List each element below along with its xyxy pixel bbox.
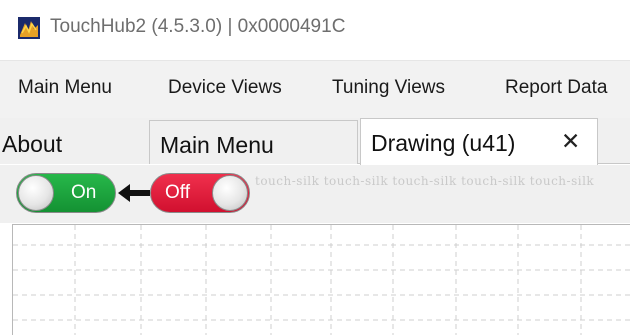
toggle-knob (18, 175, 54, 211)
watermark-line: touch-silk touch-silk touch-silk touch-s… (255, 174, 595, 188)
tab-about[interactable]: About (0, 120, 150, 164)
menu-report-data[interactable]: Report Data (505, 77, 607, 99)
drawing-canvas[interactable] (12, 224, 630, 335)
tab-about-label: About (2, 131, 63, 157)
menubar: Main Menu Device Views Tuning Views Repo… (0, 60, 630, 118)
tab-main-menu-label: Main Menu (160, 132, 274, 158)
toggle-off-label: Off (165, 182, 190, 203)
close-icon[interactable]: ✕ (561, 128, 580, 155)
menu-main-menu[interactable]: Main Menu (18, 77, 112, 99)
drawing-toolbar: On Off touch-silk touch-silk touch-silk … (0, 165, 630, 223)
tab-drawing-label: Drawing (u41) (371, 130, 516, 156)
tab-main-menu[interactable]: Main Menu (150, 120, 358, 164)
window-title: TouchHub2 (4.5.3.0) | 0x0000491C (50, 16, 346, 37)
grid-lines (13, 225, 630, 335)
tab-strip: About Main Menu Drawing (u41) ✕ (0, 118, 630, 165)
arrow-left-icon (118, 184, 150, 202)
background-watermark: touch-silk touch-silk touch-silk touch-s… (255, 173, 594, 189)
window-titlebar: TouchHub2 (4.5.3.0) | 0x0000491C (0, 0, 630, 56)
toggle-off-switch[interactable]: Off (150, 173, 250, 213)
toggle-knob (212, 175, 248, 211)
menu-tuning-views[interactable]: Tuning Views (332, 77, 445, 99)
menu-device-views[interactable]: Device Views (168, 77, 282, 99)
toggle-on-label: On (71, 182, 97, 203)
touchhub-app-icon (18, 17, 40, 39)
toggle-on-switch[interactable]: On (16, 173, 116, 213)
tab-drawing-u41[interactable]: Drawing (u41) ✕ (360, 118, 598, 165)
